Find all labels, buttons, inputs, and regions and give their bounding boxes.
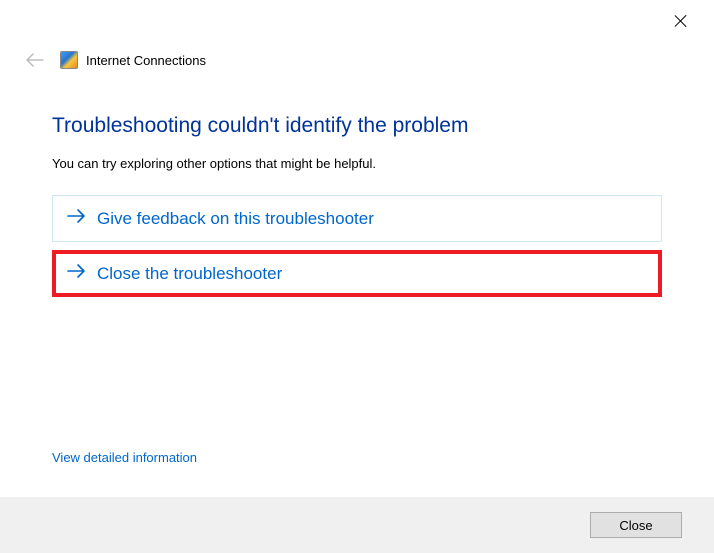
feedback-label: Give feedback on this troubleshooter [97,209,374,229]
troubleshooter-icon [60,51,78,69]
content-area: Troubleshooting couldn't identify the pr… [0,72,714,297]
view-detailed-link[interactable]: View detailed information [52,450,197,465]
page-heading: Troubleshooting couldn't identify the pr… [52,114,662,138]
back-arrow-icon [24,49,46,71]
close-icon[interactable] [674,14,688,28]
footer: Close [0,497,714,553]
window-title: Internet Connections [86,53,206,68]
close-troubleshooter-label: Close the troubleshooter [97,264,282,284]
page-subtext: You can try exploring other options that… [52,156,662,171]
header: Internet Connections [0,0,714,72]
close-troubleshooter-option[interactable]: Close the troubleshooter [52,250,662,297]
feedback-option[interactable]: Give feedback on this troubleshooter [52,195,662,242]
close-button[interactable]: Close [590,512,682,538]
arrow-right-icon [67,263,87,284]
arrow-right-icon [67,208,87,229]
